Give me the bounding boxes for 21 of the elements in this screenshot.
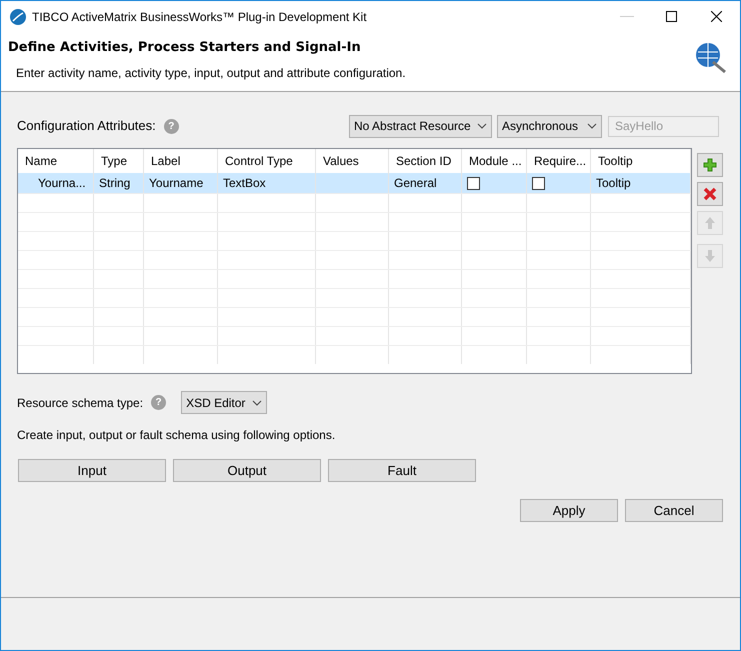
- action-button[interactable]: Output: [173, 459, 321, 482]
- schema-label: Resource schema type:: [17, 394, 144, 412]
- table-cell-text: Yourna...: [38, 175, 86, 192]
- schema-hint: Create input, output or fault schema using following options.: [16, 427, 336, 444]
- table-cell-text: String: [99, 175, 130, 192]
- table-cell-text: General: [394, 175, 437, 192]
- schema-dropdown[interactable]: XSD Editor: [181, 391, 268, 414]
- table-row[interactable]: Yourna... String Yourname TextBox General Tooltip: [18, 173, 691, 193]
- table-cell-text: Yourname: [149, 175, 204, 192]
- action-button[interactable]: Apply: [520, 499, 618, 522]
- mode-dropdown[interactable]: Asynchronous: [497, 114, 602, 138]
- action-button[interactable]: Input: [18, 459, 166, 482]
- table-cell-text: Tooltip: [596, 175, 631, 192]
- config-label: Configuration Attributes:: [17, 117, 156, 136]
- action-button[interactable]: Fault: [328, 459, 476, 482]
- page-subtitle: Enter activity name, activity type, input, output and attribute configuration.: [16, 64, 406, 82]
- action-button[interactable]: Cancel: [625, 499, 723, 522]
- window-title: TIBCO ActiveMatrix BusinessWorks™ Plug-in Development Kit: [32, 8, 368, 26]
- table-cell-text: TextBox: [223, 175, 266, 192]
- resource-dropdown[interactable]: No Abstract Resource: [349, 114, 492, 138]
- page-title: Define Activities, Process Starters and Signal-In: [8, 39, 362, 57]
